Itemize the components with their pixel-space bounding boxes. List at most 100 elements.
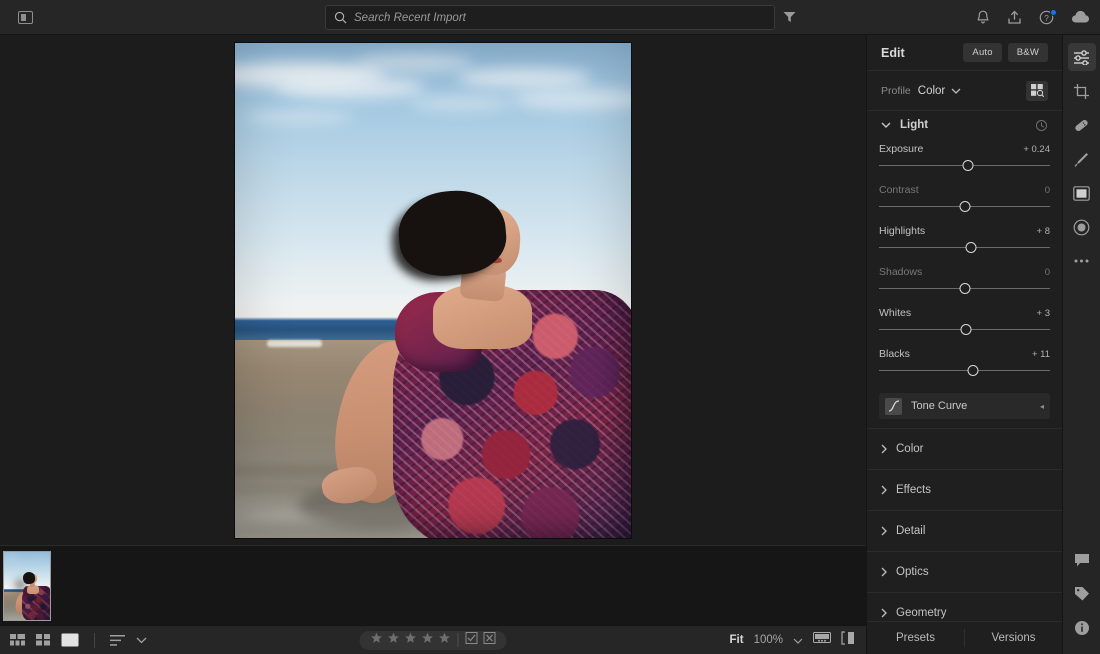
svg-text:?: ? [1044,13,1049,23]
zoom-chevron-down-icon[interactable] [793,631,803,649]
flag-pick-icon[interactable] [465,631,478,649]
slider-whites-handle[interactable] [960,324,972,335]
edit-sections: Light Exposure + 0.24 Contrast 0 Highlig… [867,111,1062,621]
versions-button[interactable]: Versions [965,622,1062,654]
help-badge-dot [1050,8,1057,16]
section-geometry-label: Geometry [896,607,947,619]
slider-blacks-track[interactable] [879,364,1050,377]
info-icon[interactable] [1068,614,1096,642]
search-icon [334,11,347,24]
more-options-icon[interactable] [1068,247,1096,275]
comments-icon[interactable] [1068,546,1096,574]
slider-blacks: Blacks + 11 [879,348,1050,377]
tone-curve-icon [885,397,902,415]
light-section-header[interactable]: Light [867,111,1062,139]
main-body: Fit 100% Edit Auto B&W Profile Color Lig… [0,35,1100,654]
section-detail-label: Detail [896,525,926,537]
section-color-label: Color [896,443,924,455]
share-icon[interactable] [1007,10,1022,25]
photo-canvas[interactable] [0,35,866,545]
healing-brush-icon[interactable] [1068,111,1096,139]
slider-exposure-track[interactable] [879,159,1050,172]
color-chevron-right-icon[interactable] [881,444,887,454]
square-grid-icon[interactable] [36,634,50,646]
notification-bell-icon[interactable] [976,10,990,25]
crop-icon[interactable] [1068,77,1096,105]
bw-button[interactable]: B&W [1007,43,1048,62]
slider-shadows: Shadows 0 [879,266,1050,295]
slider-whites-value: + 3 [1036,308,1050,319]
top-toolbar: ? [0,0,1100,35]
slider-blacks-value: + 11 [1031,349,1050,360]
slider-contrast-handle[interactable] [959,201,970,212]
slider-highlights-handle[interactable] [965,242,977,253]
section-optics[interactable]: Optics [867,552,1062,593]
light-chevron-down-icon[interactable] [881,122,891,128]
light-sliders: Exposure + 0.24 Contrast 0 Highlights + … [867,139,1062,391]
filmstrip-thumb-1[interactable] [3,550,51,621]
slider-highlights-value: + 8 [1036,226,1050,237]
effects-chevron-right-icon[interactable] [881,485,887,495]
zoom-fit-button[interactable]: Fit [730,634,744,646]
slider-whites-track[interactable] [879,323,1050,336]
radial-gradient-icon[interactable] [1068,213,1096,241]
slider-blacks-handle[interactable] [967,365,979,376]
auto-button[interactable]: Auto [963,43,1002,62]
before-after-icon[interactable] [841,630,856,650]
profile-value[interactable]: Color [918,85,945,97]
slider-contrast: Contrast 0 [879,184,1050,213]
section-geometry[interactable]: Geometry [867,593,1062,621]
section-effects-label: Effects [896,484,931,496]
flag-reject-icon[interactable] [483,631,496,649]
slider-highlights-track[interactable] [879,241,1050,254]
cloud-sync-icon[interactable] [1071,10,1090,24]
section-color[interactable]: Color [867,429,1062,470]
slider-exposure-label: Exposure [879,143,924,155]
filter-funnel-icon[interactable] [783,10,796,28]
masking-icon[interactable] [1068,179,1096,207]
edit-sliders-icon[interactable] [1067,43,1096,71]
section-effects[interactable]: Effects [867,470,1062,511]
star-2[interactable] [388,631,400,649]
slider-highlights: Highlights + 8 [879,225,1050,254]
slider-shadows-track[interactable] [879,282,1050,295]
visibility-toggle-icon[interactable] [1035,119,1048,132]
star-5[interactable] [439,631,451,649]
brush-icon[interactable] [1068,145,1096,173]
presets-button[interactable]: Presets [867,622,964,654]
search-input[interactable] [347,11,766,24]
profile-chevron-down-icon[interactable] [951,88,961,94]
slider-highlights-label: Highlights [879,225,926,237]
star-rating [364,631,458,649]
tone-curve-expand-arrow[interactable]: ◂ [1040,402,1044,411]
detail-chevron-right-icon[interactable] [881,526,887,536]
slider-whites-label: Whites [879,307,912,319]
bottom-toolbar: Fit 100% [0,625,866,654]
geometry-chevron-right-icon[interactable] [881,608,887,618]
zoom-percent-label[interactable]: 100% [754,634,783,646]
main-photo[interactable] [235,42,631,538]
star-1[interactable] [371,631,383,649]
search-bar[interactable] [325,5,775,30]
edit-panel-footer: Presets Versions [867,621,1062,654]
slider-shadows-handle[interactable] [959,283,970,294]
slider-shadows-label: Shadows [879,266,923,278]
panel-layout-icon[interactable] [8,0,42,34]
filmstrip-toggle-icon[interactable] [813,631,831,649]
section-detail[interactable]: Detail [867,511,1062,552]
profile-browser-icon[interactable] [1026,80,1048,101]
star-3[interactable] [405,631,417,649]
tone-curve-button[interactable]: Tone Curve ◂ [879,393,1050,419]
detail-view-icon[interactable] [61,633,79,647]
sort-icon[interactable] [110,634,125,646]
slider-contrast-track[interactable] [879,200,1050,213]
slider-exposure-handle[interactable] [962,160,974,171]
keyword-tag-icon[interactable] [1068,580,1096,608]
star-4[interactable] [422,631,434,649]
grid-view-icon[interactable] [10,634,25,646]
optics-chevron-right-icon[interactable] [881,567,887,577]
filmstrip [0,545,866,625]
slider-exposure: Exposure + 0.24 [879,143,1050,172]
sort-chevron-down-icon[interactable] [136,637,147,644]
help-icon[interactable]: ? [1039,8,1057,25]
